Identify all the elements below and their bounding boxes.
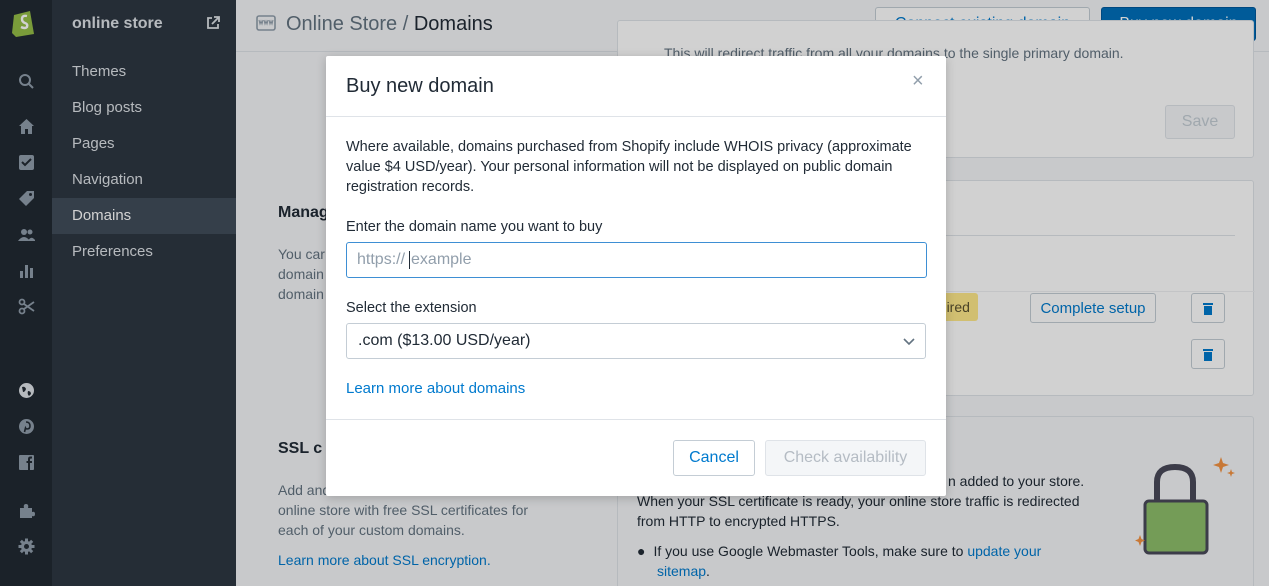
modal-title: Buy new domain	[346, 75, 494, 97]
chevron-down-icon	[903, 338, 915, 346]
domain-name-input[interactable]: https:// example	[346, 242, 927, 278]
close-icon[interactable]: ×	[912, 70, 924, 93]
modal-header: Buy new domain ×	[326, 56, 946, 117]
domain-name-label: Enter the domain name you want to buy	[346, 219, 603, 235]
extension-value: .com ($13.00 USD/year)	[358, 332, 531, 349]
url-prefix: https://	[357, 251, 406, 268]
check-availability-button[interactable]: Check availability	[765, 440, 926, 476]
cancel-button[interactable]: Cancel	[673, 440, 755, 476]
whois-description: Where available, domains purchased from …	[346, 139, 912, 195]
buy-domain-modal: Buy new domain × Where available, domain…	[326, 56, 946, 496]
domain-placeholder: example	[411, 251, 472, 268]
extension-label: Select the extension	[346, 300, 477, 316]
extension-select[interactable]: .com ($13.00 USD/year)	[346, 323, 926, 359]
learn-more-domains-link[interactable]: Learn more about domains	[346, 380, 525, 397]
text-caret	[409, 250, 411, 269]
modal-footer: Cancel Check availability	[326, 419, 946, 496]
